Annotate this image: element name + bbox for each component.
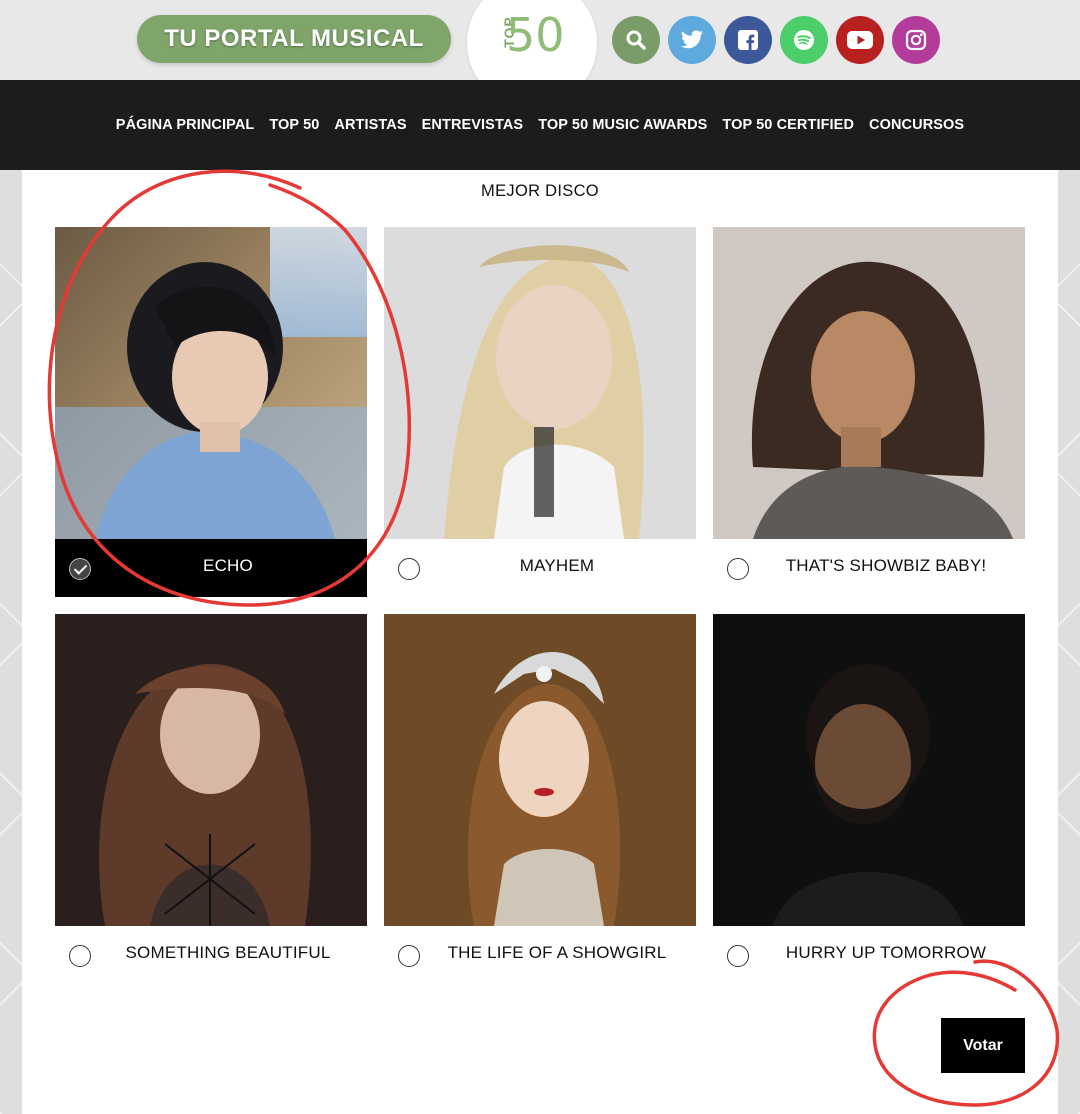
main-navigation: PÁGINA PRINCIPAL TOP 50 ARTISTAS ENTREVI…: [0, 80, 1080, 170]
album-artist-photo[interactable]: [55, 227, 367, 539]
search-button[interactable]: [612, 16, 660, 64]
top-header: TU PORTAL MUSICAL TOP 50: [0, 0, 1080, 108]
twitter-icon: [681, 30, 703, 49]
album-artist-photo[interactable]: [384, 227, 696, 539]
option-label-bar[interactable]: THE LIFE OF A SHOWGIRL: [384, 926, 696, 984]
nav-artists[interactable]: ARTISTAS: [334, 117, 406, 133]
option-name: HURRY UP TOMORROW: [785, 943, 987, 962]
option-name: THE LIFE OF A SHOWGIRL: [447, 943, 667, 962]
option-name: MAYHEM: [519, 556, 595, 575]
facebook-icon: [738, 30, 758, 50]
option-name: SOMETHING BEAUTIFUL: [125, 943, 331, 962]
instagram-icon: [905, 29, 927, 51]
nav-contests[interactable]: CONCURSOS: [869, 117, 964, 133]
nav-top50[interactable]: TOP 50: [269, 117, 319, 133]
option-label-bar[interactable]: THAT'S SHOWBIZ BABY!: [713, 539, 1025, 597]
album-artist-photo[interactable]: [55, 614, 367, 926]
nav-home[interactable]: PÁGINA PRINCIPAL: [116, 117, 255, 133]
vote-button[interactable]: Votar: [941, 1018, 1025, 1073]
album-artist-photo[interactable]: [384, 614, 696, 926]
album-artist-photo[interactable]: [713, 614, 1025, 926]
youtube-icon: [847, 31, 873, 49]
option-name: THAT'S SHOWBIZ BABY!: [785, 556, 987, 575]
logo-number: 50: [506, 8, 565, 62]
poll-option-something-beautiful[interactable]: SOMETHING BEAUTIFUL: [55, 614, 367, 984]
option-label-bar[interactable]: HURRY UP TOMORROW: [713, 926, 1025, 984]
poll-panel: MEJOR DISCO ECHO MAYHEM THAT'S SHOWBIZ B…: [22, 170, 1058, 1114]
option-label-bar[interactable]: MAYHEM: [384, 539, 696, 597]
facebook-button[interactable]: [724, 16, 772, 64]
poll-title: MEJOR DISCO: [481, 182, 599, 200]
poll-option-the-life-of-a-showgirl[interactable]: THE LIFE OF A SHOWGIRL: [384, 614, 696, 984]
youtube-button[interactable]: [836, 16, 884, 64]
option-label-bar[interactable]: SOMETHING BEAUTIFUL: [55, 926, 367, 984]
poll-option-echo[interactable]: ECHO: [55, 227, 367, 597]
poll-option-thats-showbiz-baby[interactable]: THAT'S SHOWBIZ BABY!: [713, 227, 1025, 597]
spotify-button[interactable]: [780, 16, 828, 64]
instagram-button[interactable]: [892, 16, 940, 64]
search-icon: [626, 30, 646, 50]
nav-certified[interactable]: TOP 50 CERTIFIED: [722, 117, 854, 133]
nav-music-awards[interactable]: TOP 50 MUSIC AWARDS: [538, 117, 707, 133]
twitter-button[interactable]: [668, 16, 716, 64]
nav-interviews[interactable]: ENTREVISTAS: [422, 117, 524, 133]
option-name: ECHO: [203, 556, 253, 575]
brand-pill[interactable]: TU PORTAL MUSICAL: [137, 15, 451, 63]
spotify-icon: [794, 30, 814, 50]
option-label-bar[interactable]: ECHO: [55, 539, 367, 597]
poll-option-mayhem[interactable]: MAYHEM: [384, 227, 696, 597]
album-artist-photo[interactable]: [713, 227, 1025, 539]
social-links: [612, 16, 940, 64]
poll-option-hurry-up-tomorrow[interactable]: HURRY UP TOMORROW: [713, 614, 1025, 984]
